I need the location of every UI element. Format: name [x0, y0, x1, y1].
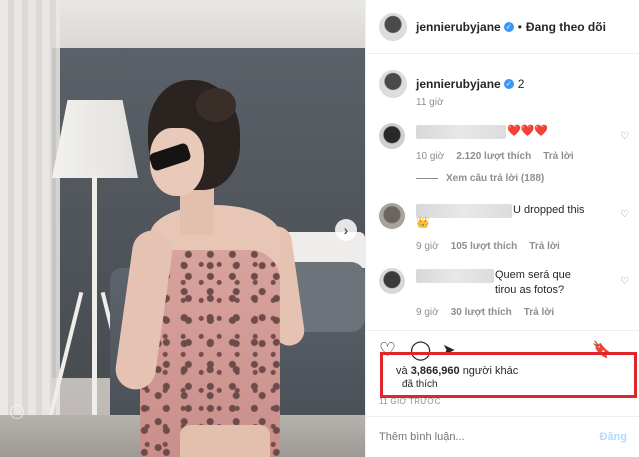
reply-button[interactable]: Trả lời — [529, 241, 559, 252]
view-replies-label: Xem câu trả lời (188) — [446, 173, 545, 184]
comment-form: Đăng — [366, 416, 639, 457]
caption-username[interactable]: jennierubyjane — [416, 77, 501, 91]
blurred-username — [416, 204, 512, 218]
like-comment-heart-icon[interactable]: ♡ — [620, 131, 629, 142]
comment-time[interactable]: 9 giờ — [416, 307, 439, 318]
photo-legs — [180, 425, 270, 457]
divider-line — [416, 178, 438, 179]
separator-dot: • — [517, 19, 522, 34]
post-photo[interactable]: › — [0, 0, 365, 457]
avatar[interactable] — [379, 70, 407, 98]
caption-timestamp: 11 giờ — [416, 97, 444, 108]
blurred-username — [416, 125, 506, 139]
comment-input[interactable] — [379, 431, 600, 443]
post-timestamp[interactable]: 11 GIỜ TRƯỚC — [379, 397, 441, 406]
comment-text: U dropped this — [513, 204, 585, 216]
comment-meta: 9 giờ 30 lượt thích Trả lời — [416, 307, 554, 318]
header-username[interactable]: jennierubyjane — [416, 20, 501, 34]
comment-time[interactable]: 10 giờ — [416, 151, 444, 162]
likes-count-text[interactable]: và 3,866,960 người khác — [396, 365, 518, 377]
comment: Quem será que tirou as fotos? ♡ 9 giờ 30… — [379, 268, 629, 324]
carousel-next-button[interactable]: › — [335, 219, 357, 241]
post-header: jennierubyjane ✓ • Đang theo dõi — [366, 0, 639, 54]
caption: jennierubyjane ✓ 2 — [379, 70, 524, 98]
likes-count: 3,866,960 — [410, 365, 460, 377]
likes-suffix: người khác — [462, 365, 519, 377]
verified-badge-icon: ✓ — [503, 79, 514, 89]
photo-curtain — [0, 0, 60, 457]
comment: ❤️❤️❤️ ♡ 10 giờ 2.120 lượt thích Trả lời — [379, 123, 629, 163]
likes-prefix: và — [396, 365, 408, 377]
comment-likes[interactable]: 30 lượt thích — [451, 307, 512, 318]
following-button[interactable]: Đang theo dõi — [526, 20, 606, 34]
avatar[interactable] — [379, 123, 405, 149]
reply-button[interactable]: Trả lời — [524, 307, 554, 318]
post-comment-button[interactable]: Đăng — [600, 431, 628, 443]
caption-text: 2 — [517, 77, 525, 91]
avatar[interactable] — [379, 12, 407, 41]
comment-meta: 9 giờ 105 lượt thích Trả lời — [416, 241, 560, 252]
crown-emoji: 👑 — [416, 217, 430, 229]
comment: U dropped this 👑 ♡ 9 giờ 105 lượt thích … — [379, 203, 629, 253]
like-comment-heart-icon[interactable]: ♡ — [620, 209, 629, 220]
like-comment-heart-icon[interactable]: ♡ — [620, 276, 629, 287]
comment-likes[interactable]: 2.120 lượt thích — [456, 151, 531, 162]
avatar[interactable] — [379, 203, 405, 229]
comment-time[interactable]: 9 giờ — [416, 241, 439, 252]
avatar[interactable] — [379, 268, 405, 294]
chevron-right-icon: › — [343, 222, 349, 238]
photo-lamp-pole — [92, 175, 97, 425]
reply-button[interactable]: Trả lời — [543, 151, 573, 162]
verified-badge-icon: ✓ — [503, 21, 514, 32]
tag-icon[interactable] — [10, 405, 24, 419]
blurred-username — [416, 269, 494, 283]
photo-hair-bun — [196, 88, 236, 122]
comment-likes[interactable]: 105 lượt thích — [451, 241, 518, 252]
comment-text: ❤️❤️❤️ — [507, 125, 549, 137]
view-replies-button[interactable]: Xem câu trả lời (188) — [416, 173, 544, 184]
comment-text: Quem será que tirou as fotos? — [495, 269, 571, 296]
comment-meta: 10 giờ 2.120 lượt thích Trả lời — [416, 151, 574, 162]
